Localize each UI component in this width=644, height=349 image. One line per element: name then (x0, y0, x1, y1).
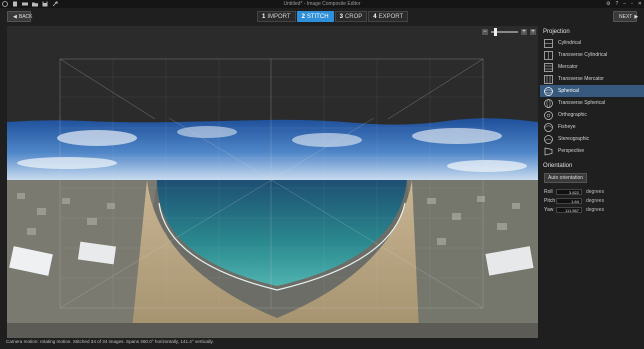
spherical-icon (544, 86, 553, 96)
pitch-input[interactable]: 1.64 (556, 198, 582, 204)
projection-label: Spherical (558, 88, 579, 94)
projection-spherical[interactable]: Spherical (540, 85, 644, 97)
auto-orientation-button[interactable]: Auto orientation (544, 173, 588, 183)
settings-panel: Projection Cylindrical Transverse Cylind… (540, 26, 644, 336)
restore-icon[interactable]: ▫ (631, 1, 633, 7)
step-number: 4 (373, 14, 377, 20)
panorama-preview[interactable] (7, 118, 538, 338)
yaw-input[interactable]: 111.567 (556, 207, 582, 213)
chevron-right-icon: ▶ (634, 14, 639, 20)
workflow-nav: ◀ BACK 1 IMPORT 2 STITCH 3 CROP 4 EXPORT NEXT… (0, 10, 644, 25)
window-title: Untitled* - Image Composite Editor (283, 1, 361, 7)
next-label: NEXT (619, 14, 633, 20)
orthographic-icon (544, 110, 553, 120)
yaw-unit: degrees (586, 207, 605, 213)
projection-label: Perspective (558, 148, 585, 154)
zoom-in-button[interactable]: + (521, 29, 527, 35)
projection-title: Projection (543, 29, 570, 35)
close-icon[interactable]: ✕ (638, 1, 642, 7)
zoom-fit-button[interactable]: + (530, 29, 536, 35)
pitch-label: Pitch (544, 198, 556, 204)
projection-label: Transverse Mercator (558, 76, 604, 82)
projection-fisheye[interactable]: Fisheye (540, 121, 644, 133)
projection-perspective[interactable]: Perspective (540, 145, 644, 157)
transverse-spherical-icon (544, 98, 553, 108)
step-label: IMPORT (267, 14, 291, 20)
help-icon[interactable]: ? (615, 1, 618, 7)
transverse-cylindrical-icon (544, 50, 553, 60)
roll-label: Roll (544, 189, 553, 195)
projection-transverse-cylindrical[interactable]: Transverse Cylindrical (540, 49, 644, 61)
stitch-canvas[interactable]: − + + (7, 26, 538, 338)
step-number: 1 (262, 14, 266, 20)
projection-label: Cylindrical (558, 40, 582, 46)
status-text: Camera motion: rotating motion. Stitched… (6, 339, 214, 344)
yaw-label: Yaw (544, 207, 554, 213)
projection-cylindrical[interactable]: Cylindrical (540, 37, 644, 49)
perspective-icon (544, 147, 553, 155)
next-button[interactable]: NEXT ▶ (613, 11, 639, 22)
zoom-slider[interactable] (491, 28, 518, 36)
step-label: EXPORT (378, 14, 404, 20)
projection-stereographic[interactable]: Stereographic (540, 133, 644, 145)
yaw-row: Yaw 111.567 degrees (544, 206, 644, 214)
roll-input[interactable]: 3.822 (556, 189, 582, 195)
step-label: CROP (344, 14, 363, 20)
zoom-out-button[interactable]: − (482, 29, 488, 35)
roll-row: Roll 3.822 degrees (544, 188, 644, 196)
step-number: 2 (301, 14, 305, 20)
roll-unit: degrees (586, 189, 605, 195)
tab-import[interactable]: 1 IMPORT (257, 11, 296, 22)
pitch-unit: degrees (586, 198, 605, 204)
stereographic-icon (544, 134, 553, 144)
pitch-row: Pitch 1.64 degrees (544, 197, 644, 205)
projection-label: Transverse Cylindrical (558, 52, 608, 58)
back-label: BACK (18, 14, 33, 20)
projection-label: Mercator (558, 64, 578, 70)
fisheye-icon (544, 122, 553, 132)
step-number: 3 (339, 14, 343, 20)
step-tabs: 1 IMPORT 2 STITCH 3 CROP 4 EXPORT (257, 11, 409, 22)
tab-crop[interactable]: 3 CROP (334, 11, 368, 22)
tab-export[interactable]: 4 EXPORT (368, 11, 409, 22)
minimize-icon[interactable]: – (623, 1, 626, 7)
title-bar: Untitled* - Image Composite Editor ⚙ ? –… (0, 0, 644, 8)
step-label: STITCH (306, 14, 329, 20)
zoom-controls: − + + (482, 28, 536, 36)
back-button[interactable]: ◀ BACK (7, 11, 33, 22)
transverse-mercator-icon (544, 74, 553, 84)
chevron-left-icon: ◀ (13, 14, 17, 20)
projection-transverse-mercator[interactable]: Transverse Mercator (540, 73, 644, 85)
orientation-title: Orientation (543, 163, 573, 169)
projection-transverse-spherical[interactable]: Transverse Spherical (540, 97, 644, 109)
alignment-grid (59, 58, 484, 119)
projection-label: Orthographic (558, 112, 587, 118)
projection-mercator[interactable]: Mercator (540, 61, 644, 73)
projection-label: Stereographic (558, 136, 590, 142)
cylindrical-icon (544, 38, 553, 48)
projection-orthographic[interactable]: Orthographic (540, 109, 644, 121)
mercator-icon (544, 62, 553, 72)
tab-stitch[interactable]: 2 STITCH (296, 11, 334, 22)
settings-icon[interactable]: ⚙ (606, 1, 610, 7)
projection-label: Transverse Spherical (558, 100, 606, 106)
zoom-slider-thumb[interactable] (494, 28, 497, 36)
projection-label: Fisheye (558, 124, 576, 130)
projection-list: Cylindrical Transverse Cylindrical Merca… (540, 37, 644, 157)
